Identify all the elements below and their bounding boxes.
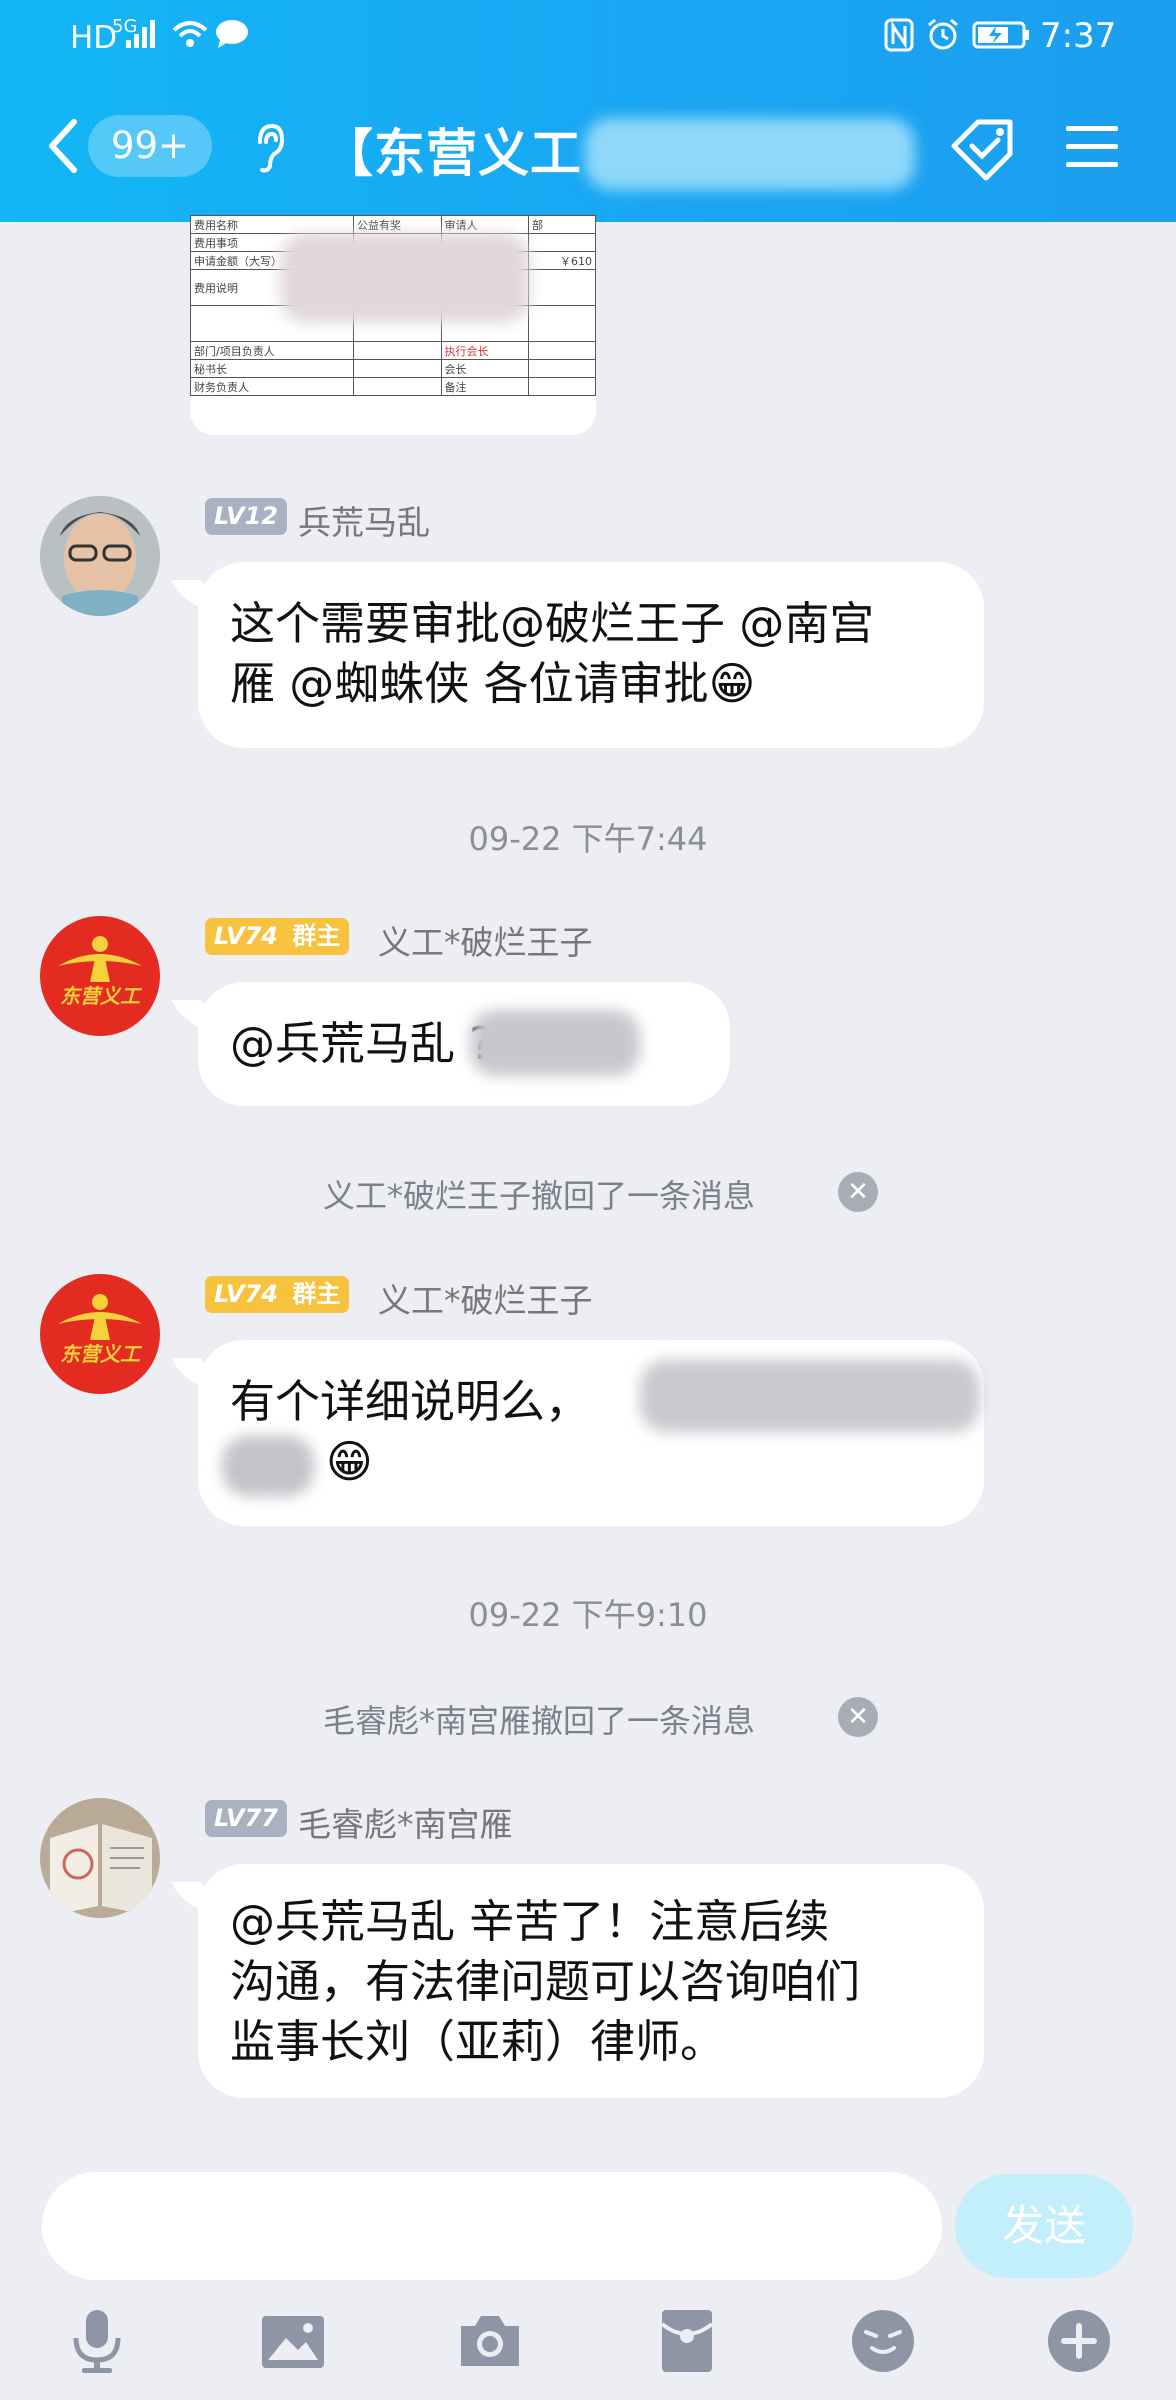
table-cell xyxy=(353,377,442,396)
redacted-text xyxy=(640,1360,980,1432)
book-photo xyxy=(40,1798,160,1918)
document-image-message[interactable]: 费用名称 公益有奖 审请人部 费用事项 申请金额（大写） ￥610 费用说明 部门/项… xyxy=(190,215,596,435)
avatar-po-lan-wang-zi[interactable]: 东营义工 xyxy=(40,1274,160,1394)
redacted-text xyxy=(222,1436,314,1496)
table-cell xyxy=(528,269,596,306)
clock: 7:37 xyxy=(1040,16,1117,56)
table-cell xyxy=(528,377,596,396)
redacted-area xyxy=(280,233,530,323)
table-cell xyxy=(528,233,596,252)
owner-tag: 群主 xyxy=(292,1280,341,1308)
close-icon[interactable]: ✕ xyxy=(838,1172,878,1212)
microphone-icon[interactable] xyxy=(62,2306,132,2376)
logo-text: 东营义工 xyxy=(60,984,140,1008)
level-text: LV74 xyxy=(214,1280,278,1308)
recall-notice: 毛睿彪*南宫雁撤回了一条消息 xyxy=(323,1702,756,1740)
message-input[interactable] xyxy=(42,2172,942,2280)
avatar-mao-rui-biao[interactable] xyxy=(40,1798,160,1918)
redacted-title xyxy=(585,118,915,190)
message-bubble[interactable]: @兵荒马乱 辛苦了！注意后续 沟通，有法律问题可以咨询咱们 监事长刘（亚莉）律师… xyxy=(198,1864,984,2098)
image-icon[interactable] xyxy=(258,2306,328,2376)
red-packet-icon[interactable] xyxy=(652,2306,722,2376)
table-cell: 执行会长 xyxy=(440,341,530,360)
table-cell: 部门/项目负责人 xyxy=(190,341,355,360)
message-notification-icon xyxy=(216,20,248,48)
table-row: 部门/项目负责人 执行会长 xyxy=(190,341,596,360)
message-line: 雁 @蜘蛛侠 各位请审批😁 xyxy=(230,657,756,710)
alarm-icon xyxy=(928,18,958,50)
table-cell: 部 xyxy=(528,215,596,234)
message-line: 这个需要审批@破烂王子 @南宫 xyxy=(230,597,875,650)
level-badge: LV74 群主 xyxy=(205,918,350,955)
sender-name[interactable]: 毛睿彪*南宫雁 xyxy=(298,1798,513,1846)
table-cell: ￥610 xyxy=(528,251,596,270)
level-badge: LV77 xyxy=(205,1800,287,1837)
nfc-icon xyxy=(884,18,914,52)
sender-name[interactable]: 义工*破烂王子 xyxy=(378,916,593,964)
table-cell: 会长 xyxy=(440,359,530,378)
redacted-text xyxy=(470,1010,640,1076)
send-button[interactable]: 发送 xyxy=(955,2174,1133,2278)
table-row: 财务负责人 备注 xyxy=(190,377,596,396)
battery-icon xyxy=(972,21,1029,49)
table-row: 费用名称 公益有奖 审请人部 xyxy=(190,215,596,234)
volunteer-logo-icon xyxy=(58,1294,142,1340)
close-icon[interactable]: ✕ xyxy=(838,1697,878,1737)
message-line: 沟通，有法律问题可以咨询咱们 xyxy=(230,1955,861,2008)
owner-tag: 群主 xyxy=(292,922,341,950)
plus-icon[interactable] xyxy=(1044,2306,1114,2376)
message-line: 😁 xyxy=(326,1435,373,1488)
message-bubble[interactable]: 这个需要审批@破烂王子 @南宫 雁 @蜘蛛侠 各位请审批😁 xyxy=(198,562,984,748)
avatar-po-lan-wang-zi[interactable]: 东营义工 xyxy=(40,916,160,1036)
table-cell: 审请人 xyxy=(440,215,530,234)
table-cell: 费用名称 xyxy=(190,215,355,234)
person-photo xyxy=(40,496,160,616)
camera-icon[interactable] xyxy=(455,2306,525,2376)
table-row: 秘书长 会长 xyxy=(190,359,596,378)
table-cell xyxy=(528,341,596,360)
table-cell xyxy=(353,341,442,360)
table-cell xyxy=(528,305,596,342)
sender-name[interactable]: 兵荒马乱 xyxy=(298,496,430,544)
timestamp: 09-22 下午9:10 xyxy=(468,1596,708,1634)
volunteer-logo-icon xyxy=(58,936,142,982)
group-tag-icon[interactable] xyxy=(948,114,1020,182)
message-bubble[interactable]: @兵荒马乱 ? xyxy=(198,982,730,1106)
wifi-icon xyxy=(172,21,208,47)
level-badge: LV12 xyxy=(205,498,287,535)
emoji-icon[interactable] xyxy=(848,2306,918,2376)
chat-header: HD 5G 7:37 99+ 【东营义工 xyxy=(0,0,1176,222)
message-line: 监事长刘（亚莉）律师。 xyxy=(230,2015,726,2068)
level-badge: LV74 群主 xyxy=(205,1276,350,1313)
earpiece-icon[interactable] xyxy=(250,122,286,174)
table-cell xyxy=(528,359,596,378)
recall-notice: 义工*破烂王子撤回了一条消息 xyxy=(323,1177,756,1215)
chat-title: 【东营义工 xyxy=(322,125,583,184)
signal-icon xyxy=(126,20,155,48)
hd-indicator: HD xyxy=(70,20,118,56)
avatar-bing-huang-ma-luan[interactable] xyxy=(40,496,160,616)
unread-count-badge[interactable]: 99+ xyxy=(88,115,212,177)
table-cell: 备注 xyxy=(440,377,530,396)
table-cell: 秘书长 xyxy=(190,359,355,378)
table-cell: 财务负责人 xyxy=(190,377,355,396)
timestamp: 09-22 下午7:44 xyxy=(468,820,708,858)
menu-icon[interactable] xyxy=(1066,124,1118,170)
table-cell xyxy=(353,359,442,378)
message-line: @兵荒马乱 辛苦了！注意后续 xyxy=(230,1895,830,1948)
logo-text: 东营义工 xyxy=(60,1342,140,1366)
sender-name[interactable]: 义工*破烂王子 xyxy=(378,1274,593,1322)
back-arrow-icon[interactable] xyxy=(44,118,80,174)
table-cell: 公益有奖 xyxy=(353,215,442,234)
level-text: LV74 xyxy=(214,922,278,950)
